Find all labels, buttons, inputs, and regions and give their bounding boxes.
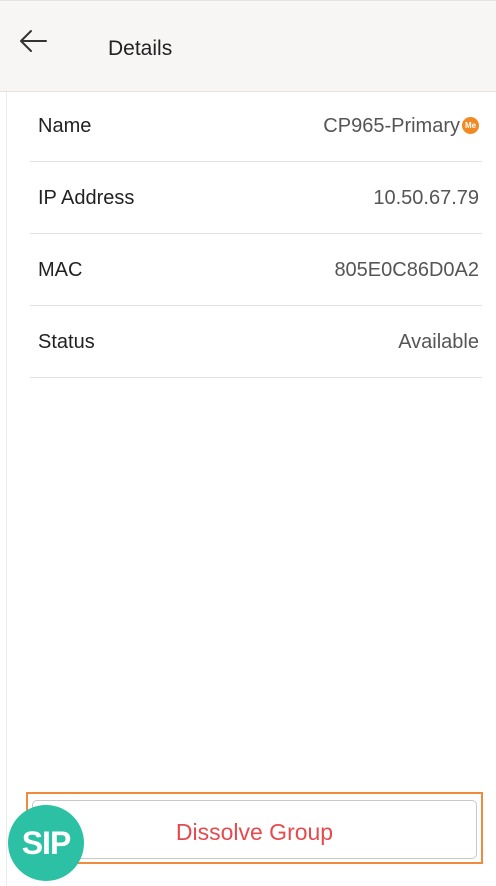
arrow-left-icon <box>18 29 62 53</box>
header-bar: Details <box>0 0 496 92</box>
row-value: Available <box>398 331 479 353</box>
me-badge: Me <box>462 117 479 134</box>
detail-row-status: Status Available <box>30 306 482 378</box>
sip-floating-button[interactable]: SIP <box>8 805 84 881</box>
detail-row-ip-address: IP Address 10.50.67.79 <box>30 162 482 234</box>
row-value: CP965-Primary <box>323 115 460 137</box>
row-label: Status <box>38 331 95 353</box>
row-label: MAC <box>38 259 83 281</box>
left-edge-divider <box>6 0 7 886</box>
row-value: 10.50.67.79 <box>373 187 479 209</box>
dissolve-group-button[interactable]: Dissolve Group <box>32 800 477 859</box>
detail-row-name: Name CP965-Primary Me <box>30 90 482 162</box>
dissolve-group-label: Dissolve Group <box>175 819 334 845</box>
detail-row-mac: MAC 805E0C86D0A2 <box>30 234 482 306</box>
page-title: Details <box>108 37 173 60</box>
row-label: Name <box>38 115 92 137</box>
row-value: 805E0C86D0A2 <box>334 259 479 281</box>
row-label: IP Address <box>38 187 135 209</box>
back-button[interactable] <box>18 29 62 65</box>
details-screen: Details Name CP965-Primary Me IP Address… <box>0 0 496 886</box>
